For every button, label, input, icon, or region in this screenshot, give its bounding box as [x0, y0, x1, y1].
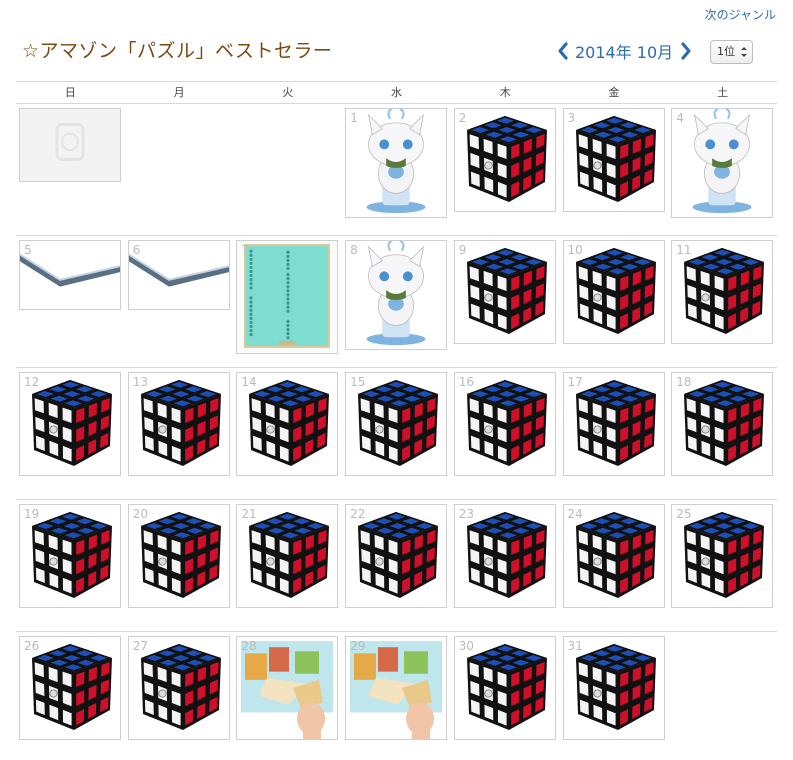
calendar-day-cell[interactable]: 19	[19, 504, 121, 608]
day-number: 7	[241, 243, 250, 257]
calendar-week: 5 6 7 8 9 10 11	[16, 236, 777, 368]
calendar-week: 1 2 3 4	[16, 104, 777, 236]
day-number: 30	[458, 639, 475, 653]
day-number: 14	[241, 375, 257, 389]
day-number: 13	[132, 375, 148, 389]
placeholder-image-image[interactable]	[20, 109, 120, 181]
day-number: 23	[458, 507, 475, 521]
calendar-day-cell[interactable]: 27	[127, 636, 230, 740]
day-number: 22	[350, 507, 366, 521]
teal-puzzle-board-image[interactable]	[237, 241, 338, 353]
day-number: 27	[132, 639, 148, 653]
calendar-day-cell[interactable]	[19, 108, 121, 182]
day-number: 4	[676, 111, 684, 125]
rubiks-cube-image[interactable]	[564, 109, 664, 211]
calendar-day-cell[interactable]: 4	[671, 108, 774, 218]
day-number: 10	[567, 243, 583, 257]
weekday-label: 金	[608, 86, 620, 99]
calendar: 日月火水木金土 1 2 3 4 5 6 7 8 9 10 11 12 13 14 15 16 17 18 19 20 2…	[16, 81, 777, 760]
chevron-left-icon[interactable]	[556, 40, 570, 62]
calendar-day-cell[interactable]: 10	[562, 240, 665, 344]
calendar-day-cell[interactable]: 3	[562, 108, 665, 212]
day-number: 6	[132, 243, 141, 257]
calendar-week: 19 20 21 22 23 24 25	[16, 500, 777, 632]
day-number: 25	[676, 507, 692, 521]
calendar-day-cell[interactable]: 12	[19, 372, 121, 476]
day-number: 16	[458, 375, 475, 389]
calendar-day-cell[interactable]: 13	[127, 372, 230, 476]
chevron-right-icon[interactable]	[679, 40, 693, 62]
rank-select[interactable]: 1位	[710, 40, 753, 64]
calendar-day-cell[interactable]: 1	[345, 108, 448, 218]
day-number: 3	[567, 111, 576, 125]
day-number: 28	[241, 639, 257, 653]
calendar-day-cell[interactable]: 31	[562, 636, 665, 740]
calendar-day-cell[interactable]: 17	[562, 372, 665, 476]
day-number: 15	[350, 375, 366, 389]
day-number: 18	[676, 375, 692, 389]
calendar-day-cell[interactable]: 2	[453, 108, 556, 212]
rank-select-value: 1位	[717, 45, 735, 58]
month-label: 2014年 10月	[575, 43, 674, 62]
weekday-header: 日月火水木金土	[16, 81, 777, 104]
day-number: 24	[567, 507, 583, 521]
calendar-day-cell[interactable]: 26	[19, 636, 121, 740]
calendar-day-cell[interactable]: 9	[453, 240, 556, 344]
day-number: 29	[350, 639, 366, 653]
white-cat-figure-image[interactable]	[346, 109, 446, 217]
calendar-day-cell[interactable]: 30	[453, 636, 556, 740]
calendar-day-cell[interactable]: 15	[345, 372, 448, 476]
day-number: 5	[24, 243, 32, 257]
calendar-day-cell[interactable]: 11	[671, 240, 774, 344]
day-number: 12	[24, 375, 40, 389]
rubiks-cube-image[interactable]	[455, 109, 555, 211]
month-navigation: 2014年 10月	[556, 39, 693, 63]
next-genre-link[interactable]: 次のジャンル	[705, 6, 776, 23]
calendar-day-cell[interactable]: 25	[671, 504, 774, 608]
rubiks-cube-image[interactable]	[455, 241, 555, 343]
day-number: 19	[24, 507, 40, 521]
weekday-label: 月	[173, 86, 185, 99]
calendar-day-cell[interactable]: 14	[236, 372, 339, 476]
day-number: 20	[132, 507, 148, 521]
day-number: 21	[241, 507, 257, 521]
calendar-day-cell[interactable]: 8	[345, 240, 448, 350]
day-number: 26	[24, 639, 40, 653]
calendar-day-cell[interactable]: 21	[236, 504, 339, 608]
calendar-day-cell[interactable]: 16	[453, 372, 556, 476]
white-cat-figure-image[interactable]	[346, 241, 446, 349]
calendar-day-cell[interactable]: 20	[127, 504, 230, 608]
calendar-day-cell[interactable]: 5	[19, 240, 121, 310]
weekday-label: 日	[64, 86, 76, 99]
day-number: 31	[567, 639, 583, 653]
day-number: 2	[458, 111, 467, 125]
updown-arrows-icon	[740, 45, 748, 59]
calendar-week: 12 13 14 15 16 17 18	[16, 368, 777, 500]
calendar-day-cell[interactable]: 28	[236, 636, 339, 740]
day-number: 17	[567, 375, 583, 389]
calendar-day-cell[interactable]: 24	[562, 504, 665, 608]
white-cat-figure-image[interactable]	[672, 109, 772, 217]
calendar-day-cell[interactable]: 7	[236, 240, 339, 354]
weekday-label: 土	[717, 86, 729, 99]
calendar-day-cell[interactable]: 18	[671, 372, 774, 476]
day-number: 8	[350, 243, 358, 257]
calendar-day-cell[interactable]: 6	[127, 240, 230, 310]
calendar-day-cell[interactable]: 29	[345, 636, 448, 740]
day-number: 1	[350, 111, 358, 125]
puzzle-frame-image[interactable]	[20, 241, 120, 309]
puzzle-frame-image[interactable]	[128, 241, 229, 309]
day-number: 9	[458, 243, 467, 257]
weekday-label: 水	[391, 86, 403, 99]
weekday-label: 木	[499, 86, 511, 99]
calendar-week: 26 27 28 29 30 31	[16, 632, 777, 760]
page-title: ☆アマゾン「パズル」ベストセラー	[22, 40, 333, 62]
calendar-day-cell[interactable]: 22	[345, 504, 448, 608]
weekday-label: 火	[282, 86, 294, 99]
calendar-day-cell[interactable]: 23	[453, 504, 556, 608]
day-number: 11	[676, 243, 692, 257]
